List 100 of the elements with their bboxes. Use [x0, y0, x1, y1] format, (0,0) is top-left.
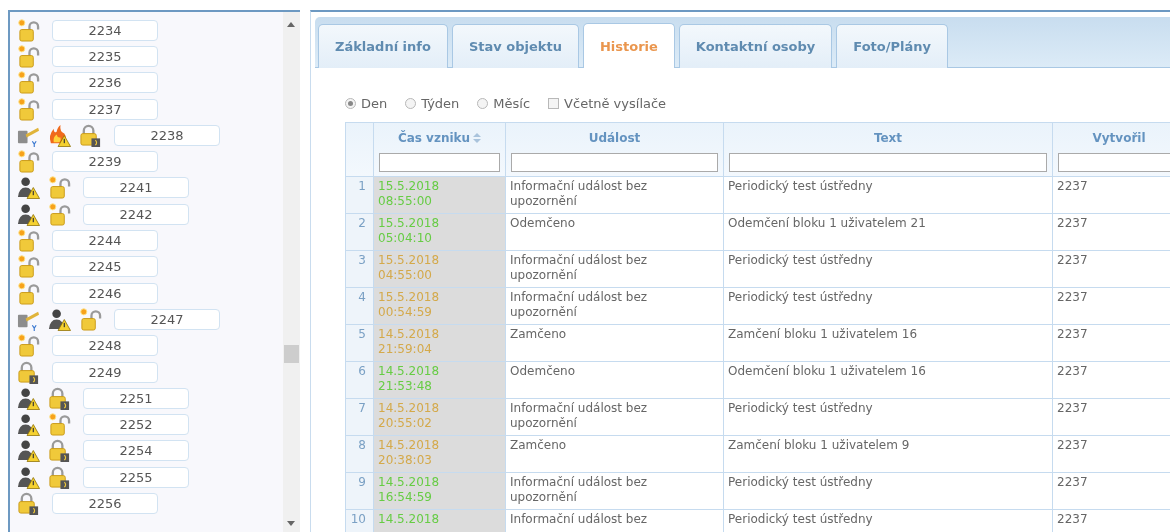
open-padlock-icon [48, 202, 71, 226]
table-cell: 2237 [1053, 251, 1170, 287]
padlock-icon [17, 360, 40, 384]
object-number[interactable]: 2256 [52, 493, 158, 514]
open-padlock-icon [17, 44, 40, 68]
radio-button[interactable] [405, 97, 417, 109]
open-padlock-icon [48, 176, 71, 200]
filter-field[interactable] [1058, 153, 1170, 172]
table-cell: 2237 [1053, 288, 1170, 324]
table-cell: Informační událost bez upozornění [506, 288, 724, 324]
checkbox-label: Včetně vysílače [564, 95, 667, 111]
table-cell: Zamčení bloku 1 uživatelem 9 [724, 436, 1053, 472]
row-number: 10 [346, 510, 374, 532]
padlock-icon [79, 123, 102, 147]
object-number[interactable]: 2245 [52, 256, 158, 278]
table-cell: Zamčeno [506, 325, 724, 361]
object-number[interactable]: 2242 [83, 203, 189, 225]
radio-button[interactable] [345, 97, 356, 109]
table-cell: 2237 [1053, 325, 1170, 361]
object-number[interactable]: 2248 [52, 335, 158, 357]
checkbox[interactable] [548, 97, 560, 109]
padlock-icon [48, 386, 71, 410]
object-number[interactable]: 2244 [52, 230, 158, 251]
object-number[interactable]: 2251 [83, 387, 189, 409]
table-cell: 2237 [1053, 362, 1170, 398]
row-number: 7 [346, 399, 374, 435]
time-cell: 14.5.2018 16:54:59 [374, 473, 506, 509]
object-number[interactable]: 2234 [52, 19, 158, 41]
object-number[interactable]: 2249 [52, 361, 158, 383]
table-cell: Informační událost bez upozornění [506, 399, 724, 435]
table-cell: Odemčeno [506, 362, 724, 398]
table-cell: Odemčení bloku 1 uživatelem 21 [724, 214, 1053, 250]
radio-label: Měsíc [493, 95, 531, 111]
time-cell: 14.5.2018 21:59:04 [374, 325, 506, 361]
object-number[interactable]: 2241 [83, 177, 189, 199]
radio-label: Týden [421, 95, 460, 111]
open-padlock-icon [17, 18, 40, 42]
scroll-up-icon[interactable] [287, 22, 295, 27]
radio-button[interactable] [477, 97, 489, 109]
open-padlock-icon [17, 255, 40, 279]
table-cell: 2237 [1053, 436, 1170, 472]
padlock-icon [17, 492, 40, 515]
table-cell: Periodický test ústředny [724, 288, 1053, 324]
figure-warning-icon [17, 386, 40, 410]
row-number: 6 [346, 362, 374, 398]
row-number: 2 [346, 214, 374, 250]
figure-warning-icon [48, 307, 71, 331]
table-cell: Periodický test ústředny [724, 177, 1053, 213]
table-cell: 2237 [1053, 399, 1170, 435]
object-number[interactable]: 2246 [52, 282, 158, 304]
scrollbar-thumb[interactable] [284, 345, 299, 363]
row-number: 8 [346, 436, 374, 472]
table-cell: Odemčení bloku 1 uživatelem 16 [724, 362, 1053, 398]
object-number[interactable]: 2239 [52, 151, 158, 173]
table-cell: Odemčeno [506, 214, 724, 250]
figure-warning-icon [17, 413, 40, 437]
open-padlock-icon [17, 97, 40, 121]
object-number[interactable]: 2236 [52, 72, 158, 94]
time-cell: 15.5.2018 04:55:00 [374, 251, 506, 287]
open-padlock-icon [48, 413, 71, 437]
table-cell: 2237 [1053, 473, 1170, 509]
table-cell: Zamčení bloku 1 uživatelem 16 [724, 325, 1053, 361]
table-cell: Periodický test ústředny [724, 473, 1053, 509]
sort-icon[interactable] [473, 132, 482, 144]
table-cell: Zamčeno [506, 436, 724, 472]
padlock-icon [48, 465, 71, 489]
row-number: 1 [346, 177, 374, 213]
row-number: 3 [346, 251, 374, 287]
open-padlock-icon [17, 281, 40, 305]
object-number[interactable]: 2254 [83, 440, 189, 462]
padlock-icon [48, 439, 71, 463]
filter-field[interactable] [729, 153, 1047, 172]
filter-field[interactable] [511, 153, 718, 172]
time-cell: 14.5.2018 [374, 510, 506, 532]
scrollbar[interactable] [283, 12, 300, 532]
table-cell: Periodický test ústředny [724, 510, 1053, 532]
object-number[interactable]: 2255 [83, 466, 189, 488]
time-cell: 14.5.2018 20:38:03 [374, 436, 506, 472]
open-padlock-icon [17, 334, 40, 358]
object-number[interactable]: 2237 [52, 98, 158, 120]
object-number[interactable]: 2247 [114, 308, 220, 330]
object-number[interactable]: 2235 [52, 45, 158, 67]
table-cell: 2237 [1053, 177, 1170, 213]
table-cell: 2237 [1053, 510, 1170, 532]
table-cell: Informační událost bez [506, 510, 724, 532]
row-number: 5 [346, 325, 374, 361]
time-cell: 14.5.2018 20:55:02 [374, 399, 506, 435]
table-cell: Periodický test ústředny [724, 251, 1053, 287]
object-number[interactable]: 2238 [114, 124, 220, 146]
time-cell: 14.5.2018 21:53:48 [374, 362, 506, 398]
filter-field[interactable] [379, 153, 500, 172]
table-cell: 2237 [1053, 214, 1170, 250]
object-number[interactable]: 2252 [83, 414, 189, 436]
time-cell: 15.5.2018 00:54:59 [374, 288, 506, 324]
fire-warning-icon [48, 123, 71, 147]
time-cell: 15.5.2018 08:55:00 [374, 177, 506, 213]
open-padlock-icon [17, 229, 40, 252]
table-cell: Informační událost bez upozornění [506, 473, 724, 509]
scroll-down-icon[interactable] [287, 521, 295, 526]
row-number: 4 [346, 288, 374, 324]
